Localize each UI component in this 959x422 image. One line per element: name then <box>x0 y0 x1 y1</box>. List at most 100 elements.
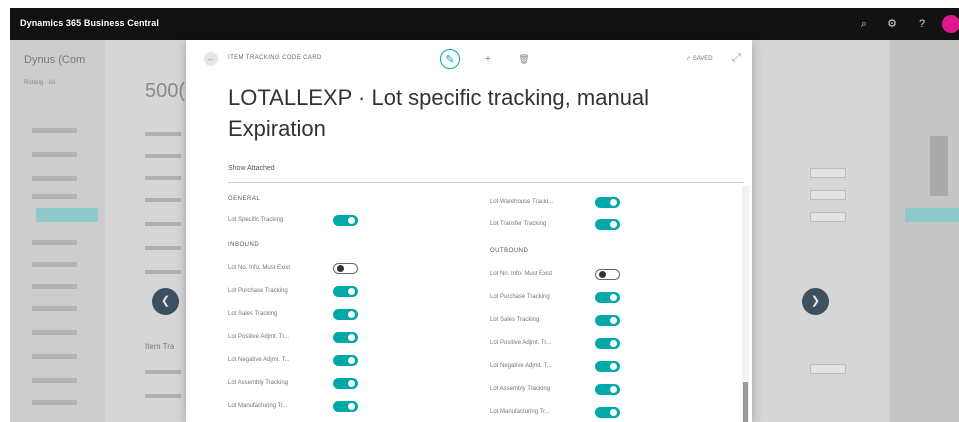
section-heading-inbound: INBOUND <box>228 242 260 248</box>
collapse-icon[interactable]: ⤢ <box>732 52 741 65</box>
field-label: Lot Purchase Tracking <box>490 294 550 300</box>
outbound-lot-sales-tracking-toggle[interactable] <box>595 315 620 326</box>
background-field-label <box>145 132 181 136</box>
background-record-number: 500( <box>145 80 186 102</box>
modal-scrollbar[interactable] <box>742 186 749 422</box>
background-field-label <box>145 370 181 374</box>
section-heading-general: GENERAL <box>228 196 261 202</box>
edit-pencil-icon[interactable]: ✎ <box>440 49 460 69</box>
field-label: Lot Sales Tracking <box>490 317 540 323</box>
field-label: Lot Warehouse Tracki... <box>490 199 554 205</box>
outbound-lot-positive-adjmt-toggle[interactable] <box>595 338 620 349</box>
saved-status: ✓ SAVED <box>686 56 713 62</box>
field-outbound-lot-assembly-tracking: Lot Assembly Tracking <box>490 383 750 397</box>
new-plus-icon[interactable]: + <box>478 49 498 69</box>
scrollbar-thumb[interactable] <box>743 382 748 422</box>
outbound-lot-assembly-tracking-toggle[interactable] <box>595 384 620 395</box>
field-lot-specific-tracking: Lot Specific Tracking <box>228 214 488 228</box>
background-section-label: Item Tra <box>145 342 175 351</box>
background-row <box>32 240 77 245</box>
background-field-box <box>810 212 846 222</box>
field-label: Lot Positive Adjmt. Tr... <box>228 334 290 340</box>
lot-transfer-tracking-toggle[interactable] <box>595 219 620 230</box>
field-outbound-lot-negative-adjmt: Lot Negative Adjmt. T... <box>490 360 750 374</box>
background-field-label <box>145 394 181 398</box>
field-lot-transfer-tracking: Lot Transfer Tracking <box>490 218 750 232</box>
help-icon[interactable]: ? <box>914 16 930 32</box>
field-label: Lot Assembly Tracking <box>228 380 289 386</box>
background-field-box <box>810 168 846 178</box>
field-label: Lot Specific Tracking <box>228 217 284 223</box>
field-inbound-lot-manufacturing-tracking: Lot Manufacturing Tr... <box>228 400 488 414</box>
field-outbound-lot-manufacturing-tracking: Lot Manufacturing Tr... <box>490 406 750 420</box>
field-label: Lot Sales Tracking <box>228 311 278 317</box>
background-row <box>32 176 77 181</box>
outbound-lot-info-must-exist-toggle[interactable] <box>595 269 620 280</box>
card-content: GENERAL Lot Specific Tracking INBOUND Lo… <box>228 190 758 422</box>
background-row <box>32 400 77 405</box>
outbound-lot-negative-adjmt-toggle[interactable] <box>595 361 620 372</box>
background-row <box>32 284 77 289</box>
outbound-lot-purchase-tracking-toggle[interactable] <box>595 292 620 303</box>
inbound-lot-sales-tracking-toggle[interactable] <box>333 309 358 320</box>
inbound-lot-manufacturing-tracking-toggle[interactable] <box>333 401 358 412</box>
background-row <box>32 378 77 383</box>
background-selected-row <box>905 208 959 222</box>
gear-icon[interactable]: ⚙ <box>884 16 900 32</box>
background-field-label <box>145 176 181 180</box>
inbound-lot-purchase-tracking-toggle[interactable] <box>333 286 358 297</box>
field-inbound-lot-purchase-tracking: Lot Purchase Tracking <box>228 285 488 299</box>
background-scrollbar <box>930 136 948 196</box>
field-inbound-lot-sales-tracking: Lot Sales Tracking <box>228 308 488 322</box>
field-inbound-lot-positive-adjmt: Lot Positive Adjmt. Tr... <box>228 331 488 345</box>
inbound-lot-negative-adjmt-toggle[interactable] <box>333 355 358 366</box>
field-label: Lot No. Info. Must Exist <box>228 265 291 271</box>
background-right-panel <box>890 40 959 422</box>
field-label: Lot Negative Adjmt. T... <box>490 363 552 369</box>
field-label: Lot Positive Adjmt. Tr... <box>490 340 552 346</box>
background-field-label <box>145 246 181 250</box>
lot-warehouse-tracking-toggle[interactable] <box>595 197 620 208</box>
card-caption: ITEM TRACKING CODE CARD <box>228 55 322 61</box>
background-field-box <box>810 190 846 200</box>
field-label: Lot No. Info. Must Exist <box>490 271 553 277</box>
delete-trash-icon[interactable]: 🗑 <box>514 49 534 69</box>
background-list-filter: Rotang · All · <box>24 80 59 86</box>
background-field-label <box>145 222 181 226</box>
background-row <box>32 354 77 359</box>
field-label: Lot Negative Adjmt. T... <box>228 357 290 363</box>
next-record-button[interactable]: ❯ <box>802 288 829 315</box>
show-attached-link[interactable]: Show Attached <box>228 165 275 172</box>
background-field-label <box>145 198 181 202</box>
background-field-label <box>145 270 181 274</box>
search-icon[interactable]: ⌕ <box>856 16 872 32</box>
app-bar: Dynamics 365 Business Central ⌕ ⚙ ? <box>10 8 959 40</box>
background-row <box>32 306 77 311</box>
section-heading-outbound: OUTBOUND <box>490 248 529 254</box>
field-label: Lot Manufacturing Tr... <box>490 409 550 415</box>
outbound-lot-manufacturing-tracking-toggle[interactable] <box>595 407 620 418</box>
app-frame: Dynamics 365 Business Central ⌕ ⚙ ? Dynu… <box>10 8 959 422</box>
inbound-lot-info-must-exist-toggle[interactable] <box>333 263 358 274</box>
app-title: Dynamics 365 Business Central <box>20 18 159 28</box>
field-lot-warehouse-tracking: Lot Warehouse Tracki... <box>490 196 750 210</box>
previous-record-button[interactable]: ❮ <box>152 288 179 315</box>
field-label: Lot Manufacturing Tr... <box>228 403 288 409</box>
field-inbound-lot-assembly-tracking: Lot Assembly Tracking <box>228 377 488 391</box>
background-list-title: Dynus (Com <box>24 54 86 66</box>
field-outbound-lot-purchase-tracking: Lot Purchase Tracking <box>490 291 750 305</box>
divider <box>228 182 744 183</box>
field-label: Lot Assembly Tracking <box>490 386 551 392</box>
background-field-label <box>145 154 181 158</box>
item-tracking-code-card: ← ITEM TRACKING CODE CARD ✎ + 🗑 ✓ SAVED … <box>186 40 752 422</box>
field-inbound-lot-negative-adjmt: Lot Negative Adjmt. T... <box>228 354 488 368</box>
inbound-lot-assembly-tracking-toggle[interactable] <box>333 378 358 389</box>
lot-specific-tracking-toggle[interactable] <box>333 215 358 226</box>
field-outbound-lot-positive-adjmt: Lot Positive Adjmt. Tr... <box>490 337 750 351</box>
avatar[interactable] <box>942 15 959 33</box>
background-row <box>32 152 77 157</box>
back-icon[interactable]: ← <box>204 52 218 66</box>
field-label: Lot Purchase Tracking <box>228 288 288 294</box>
inbound-lot-positive-adjmt-toggle[interactable] <box>333 332 358 343</box>
background-row <box>32 330 77 335</box>
